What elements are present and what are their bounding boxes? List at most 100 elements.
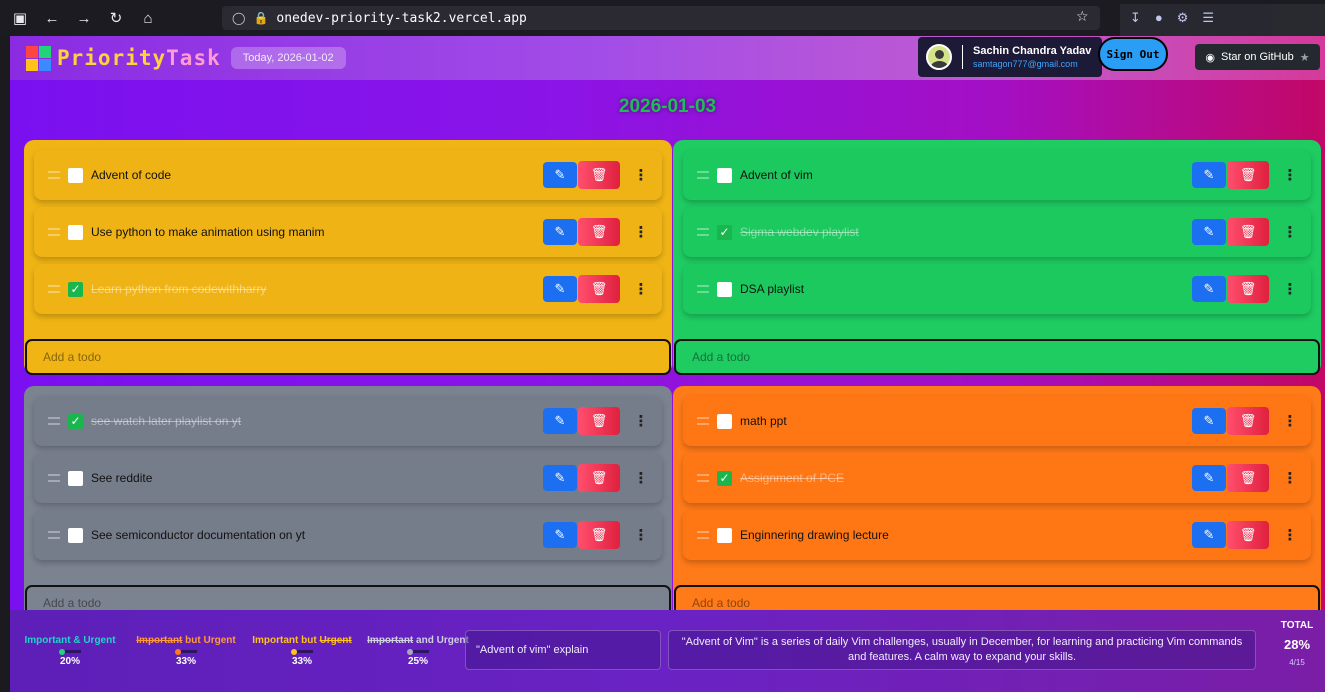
edit-pencil-icon[interactable]: ✎ [543,522,577,548]
todo-checkbox-checked[interactable]: ✓ [717,224,732,240]
drag-handle-icon[interactable] [697,285,709,293]
delete-trash-icon[interactable]: 🗑 [1227,161,1269,189]
more-vertical-icon[interactable]: ⋮ [1283,523,1298,547]
drag-handle-icon[interactable] [48,228,60,236]
todo-label: See reddite [91,471,153,485]
delete-trash-icon[interactable]: 🗑 [1227,521,1269,549]
more-vertical-icon[interactable]: ⋮ [634,163,649,187]
todo-checkbox-checked[interactable]: ✓ [717,470,732,486]
todo-item[interactable]: Enginnering drawing lecture ✎ 🗑 ⋮ [683,510,1311,560]
more-vertical-icon[interactable]: ⋮ [634,409,649,433]
drag-handle-icon[interactable] [48,285,60,293]
delete-trash-icon[interactable]: 🗑 [1227,218,1269,246]
todo-item[interactable]: Use python to make animation using manim… [34,207,662,257]
delete-trash-icon[interactable]: 🗑 [578,407,620,435]
delete-trash-icon[interactable]: 🗑 [1227,407,1269,435]
today-date-pill[interactable]: Today, 2026-01-02 [230,47,346,69]
edit-pencil-icon[interactable]: ✎ [543,276,577,302]
drag-handle-icon[interactable] [697,474,709,482]
delete-trash-icon[interactable]: 🗑 [578,464,620,492]
edit-pencil-icon[interactable]: ✎ [1192,522,1226,548]
brand-name: PriorityTask [57,46,221,70]
todo-item[interactable]: ✓ see watch later playlist on yt ✎ 🗑 ⋮ [34,396,662,446]
forward-icon[interactable]: → [76,10,92,27]
edit-pencil-icon[interactable]: ✎ [543,408,577,434]
more-vertical-icon[interactable]: ⋮ [1283,466,1298,490]
todo-checkbox-checked[interactable]: ✓ [68,413,83,429]
todo-checkbox[interactable] [68,167,83,183]
stat-not-important-not-urgent: Important and Urgent 25% [362,635,474,667]
drag-handle-icon[interactable] [48,417,60,425]
todo-item[interactable]: ✓ Learn python from codewithharry ✎ 🗑 ⋮ [34,264,662,314]
todo-checkbox[interactable] [717,527,732,543]
add-todo-input[interactable]: Add a todo [25,339,671,375]
sign-out-button[interactable]: Sign Out [1098,37,1168,71]
add-todo-input[interactable]: Add a todo [674,339,1320,375]
drag-handle-icon[interactable] [697,417,709,425]
edit-pencil-icon[interactable]: ✎ [543,219,577,245]
delete-trash-icon[interactable]: 🗑 [578,161,620,189]
bookmark-star-icon[interactable]: ☆ [1076,8,1089,25]
back-icon[interactable]: ← [44,10,60,27]
delete-trash-icon[interactable]: 🗑 [1227,464,1269,492]
edit-pencil-icon[interactable]: ✎ [1192,276,1226,302]
todo-checkbox[interactable] [717,281,732,297]
more-vertical-icon[interactable]: ⋮ [1283,277,1298,301]
github-star-button[interactable]: ◉ Star on GitHub ★ [1195,44,1320,70]
edit-pencil-icon[interactable]: ✎ [543,162,577,188]
stat-percent: 33% [175,656,196,667]
drag-handle-icon[interactable] [48,474,60,482]
more-vertical-icon[interactable]: ⋮ [634,220,649,244]
reload-icon[interactable]: ↻ [108,9,124,27]
quadrant-important-urgent: Advent of code ✎ 🗑 ⋮ Use python to make … [24,140,672,375]
todo-checkbox[interactable] [68,470,83,486]
sidebar-toggle-icon[interactable]: ▣ [12,9,28,27]
todo-checkbox[interactable] [717,413,732,429]
drag-handle-icon[interactable] [697,171,709,179]
more-vertical-icon[interactable]: ⋮ [634,277,649,301]
user-card[interactable]: Sachin Chandra Yadav samtagon777@gmail.c… [918,37,1102,77]
drag-handle-icon[interactable] [697,228,709,236]
stat-name: Important & Urgent [24,635,116,646]
url-text: onedev-priority-task2.vercel.app [276,10,527,26]
todo-item[interactable]: math ppt ✎ 🗑 ⋮ [683,396,1311,446]
todo-item[interactable]: ✓ Assignment of PCE ✎ 🗑 ⋮ [683,453,1311,503]
more-vertical-icon[interactable]: ⋮ [634,523,649,547]
todo-checkbox-checked[interactable]: ✓ [68,281,83,297]
edit-pencil-icon[interactable]: ✎ [1192,408,1226,434]
more-vertical-icon[interactable]: ⋮ [634,466,649,490]
delete-trash-icon[interactable]: 🗑 [578,275,620,303]
drag-handle-icon[interactable] [48,171,60,179]
more-vertical-icon[interactable]: ⋮ [1283,409,1298,433]
menu-icon[interactable]: ☰ [1202,10,1214,26]
delete-trash-icon[interactable]: 🗑 [578,218,620,246]
delete-trash-icon[interactable]: 🗑 [1227,275,1269,303]
edit-pencil-icon[interactable]: ✎ [1192,465,1226,491]
todo-checkbox[interactable] [68,224,83,240]
todo-item[interactable]: DSA playlist ✎ 🗑 ⋮ [683,264,1311,314]
todo-item[interactable]: ✓ Sigma webdev playlist ✎ 🗑 ⋮ [683,207,1311,257]
todo-item[interactable]: See reddite ✎ 🗑 ⋮ [34,453,662,503]
edit-pencil-icon[interactable]: ✎ [1192,219,1226,245]
drag-handle-icon[interactable] [48,531,60,539]
ai-question-input[interactable]: "Advent of vim" explain [465,630,661,670]
drag-handle-icon[interactable] [697,531,709,539]
address-bar[interactable]: ◯ 🔒 onedev-priority-task2.vercel.app [222,6,1100,30]
todo-checkbox[interactable] [717,167,732,183]
account-icon[interactable]: ● [1155,10,1163,26]
app-logo[interactable]: PriorityTask [26,45,221,71]
todo-item[interactable]: Advent of vim ✎ 🗑 ⋮ [683,150,1311,200]
todo-checkbox[interactable] [68,527,83,543]
more-vertical-icon[interactable]: ⋮ [1283,220,1298,244]
more-vertical-icon[interactable]: ⋮ [1283,163,1298,187]
todo-label: Advent of vim [740,168,813,182]
edit-pencil-icon[interactable]: ✎ [1192,162,1226,188]
delete-trash-icon[interactable]: 🗑 [578,521,620,549]
download-icon[interactable]: ↧ [1130,10,1141,26]
todo-item[interactable]: Advent of code ✎ 🗑 ⋮ [34,150,662,200]
total-count: 4/15 [1289,658,1305,667]
home-icon[interactable]: ⌂ [140,10,156,27]
todo-item[interactable]: See semiconductor documentation on yt ✎ … [34,510,662,560]
extensions-icon[interactable]: ⚙ [1177,10,1189,26]
edit-pencil-icon[interactable]: ✎ [543,465,577,491]
